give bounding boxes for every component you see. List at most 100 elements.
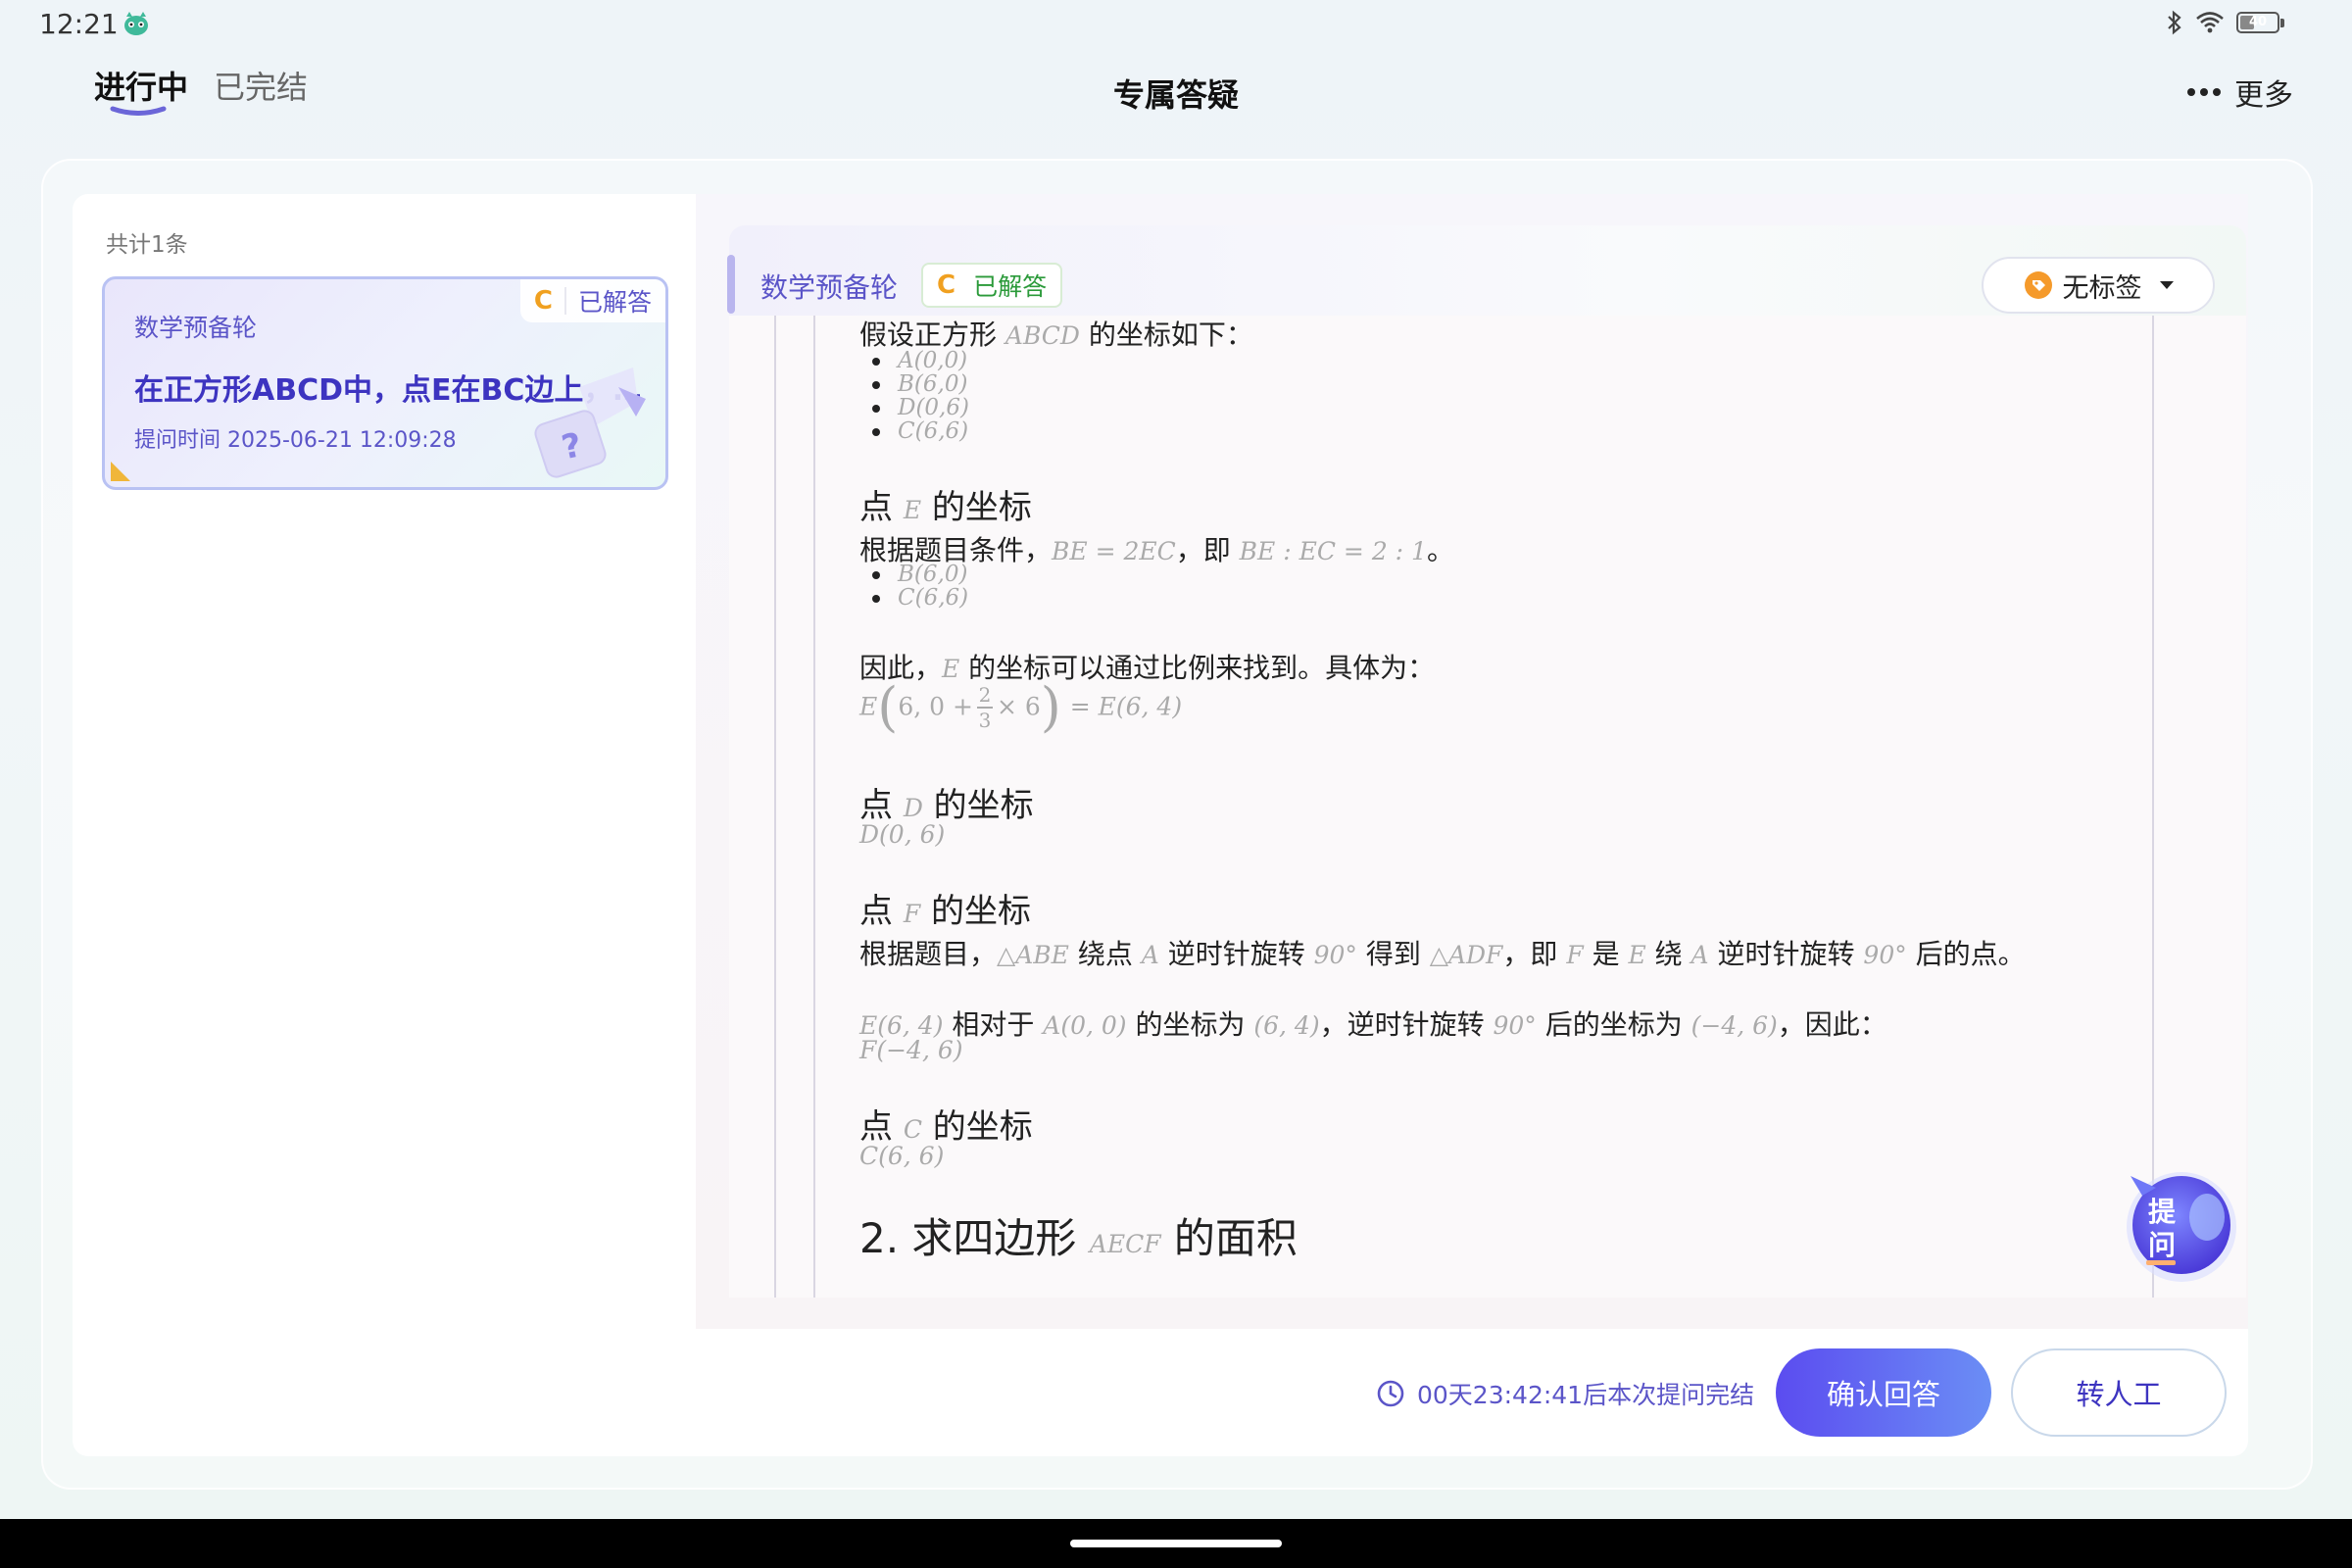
tag-dropdown[interactable]: 无标签 xyxy=(1982,257,2215,314)
math: A xyxy=(1141,941,1159,969)
detail-grade-letter: C xyxy=(937,270,956,300)
status-icons: 40 xyxy=(2166,10,2284,35)
section-heading-e: 点 E 的坐标 xyxy=(859,480,1032,528)
text: 点 xyxy=(859,488,904,527)
math: (6, 4) xyxy=(1253,1011,1320,1040)
text: 的面积 xyxy=(1160,1214,1298,1262)
card-grade-letter: C xyxy=(533,286,553,316)
coords-list: A(0,0) B(6,0) D(0,6) C(6,6) xyxy=(872,349,969,443)
wifi-icon xyxy=(2196,12,2224,33)
text: 后的坐标为 xyxy=(1536,1008,1691,1041)
countdown: 00天23:42:41后本次提问完结 xyxy=(1376,1376,1754,1411)
math: 90° xyxy=(1313,941,1357,969)
math: A(0, 0) xyxy=(1043,1011,1127,1040)
math: E xyxy=(859,692,878,721)
math: ABCD xyxy=(1004,321,1080,350)
text: 的坐标 xyxy=(920,892,1031,931)
text: 后的点。 xyxy=(1906,938,2026,970)
more-button[interactable]: 更多 xyxy=(2187,71,2293,114)
list-item: D(0,6) xyxy=(872,396,969,419)
text: 的坐标为 xyxy=(1126,1008,1254,1041)
card-status-badge: C 已解答 xyxy=(519,279,665,322)
text: ，逆时针旋转 xyxy=(1319,1008,1494,1041)
section-heading-f: 点 F 的坐标 xyxy=(859,884,1031,932)
countdown-text: 00天23:42:41后本次提问完结 xyxy=(1417,1381,1755,1409)
list-item: C(6,6) xyxy=(872,586,968,610)
text: 是 xyxy=(1583,938,1629,970)
card-time: 提问时间 2025-06-21 12:09:28 xyxy=(134,428,457,453)
card-subject: 数学预备轮 xyxy=(134,314,258,342)
page-title: 专属答疑 xyxy=(1112,76,1239,114)
blockquote-rule xyxy=(2152,316,2154,1298)
fab-label-bottom: 问 xyxy=(2148,1229,2176,1261)
text: 的坐标 xyxy=(921,488,1032,527)
fab-label-top: 提 xyxy=(2148,1196,2177,1228)
e-formula: E(6, 0 +2 3 × 6) = E(6, 4) xyxy=(859,676,1182,738)
math: (−4, 6) xyxy=(1690,1011,1778,1040)
math: 6, 0 + xyxy=(898,692,973,721)
fraction-denominator: 3 xyxy=(978,708,992,732)
list-count: 共计1条 xyxy=(106,232,188,258)
blockquote-rule xyxy=(774,316,776,1298)
detail-header-accent xyxy=(727,255,735,314)
e-coords-list: B(6,0) C(6,6) xyxy=(872,563,968,610)
detail-subject: 数学预备轮 xyxy=(760,271,899,304)
more-label: 更多 xyxy=(2234,78,2293,113)
math: F xyxy=(1566,941,1584,969)
badge-divider xyxy=(564,287,566,315)
math: △ABE xyxy=(997,941,1069,969)
text: 绕点 xyxy=(1068,938,1142,970)
tag-label: 无标签 xyxy=(2062,272,2142,304)
text: 逆时针旋转 xyxy=(1158,938,1314,970)
chevron-down-icon xyxy=(2159,281,2174,289)
math: △ADF xyxy=(1429,941,1503,969)
d-value: D(0, 6) xyxy=(859,817,945,850)
home-gesture-handle[interactable] xyxy=(1070,1540,1282,1547)
math: 90° xyxy=(1863,941,1907,969)
text: 。 xyxy=(1426,534,1454,566)
fraction-numerator: 2 xyxy=(978,682,992,707)
text: 假设正方形 xyxy=(859,318,1005,351)
f-relative-text: E(6, 4) 相对于 A(0, 0) 的坐标为 (6, 4)，逆时针旋转 90… xyxy=(859,1004,1887,1043)
app-notification-icon xyxy=(124,12,148,35)
question-mark-decoration-icon: ? xyxy=(534,368,646,478)
battery-icon: 40 xyxy=(2236,12,2284,33)
math: E xyxy=(903,496,922,524)
clock-icon xyxy=(1377,1380,1404,1407)
math-paren: ( xyxy=(877,676,899,738)
f-value: F(−4, 6) xyxy=(859,1033,963,1065)
confirm-answer-button[interactable]: 确认回答 xyxy=(1776,1348,1991,1437)
math-fraction: 23 xyxy=(976,682,993,732)
list-item: A(0,0) xyxy=(872,349,969,372)
math: BE = 2EC xyxy=(1052,537,1176,565)
math: 90° xyxy=(1493,1011,1537,1040)
math: BE : EC = 2 : 1 xyxy=(1239,537,1427,565)
text: 得到 xyxy=(1356,938,1430,970)
section-heading-area: 2. 求四边形 AECF 的面积 xyxy=(859,1205,1298,1265)
status-bar: 12:21 40 xyxy=(0,0,2352,49)
transfer-to-human-button[interactable]: 转人工 xyxy=(2011,1348,2227,1437)
text: ，因此： xyxy=(1777,1008,1887,1041)
text: ，即 xyxy=(1502,938,1567,970)
card-status: 已解答 xyxy=(577,288,652,317)
list-item: C(6,6) xyxy=(872,419,969,443)
math: C(6, 6) xyxy=(859,1142,945,1170)
blockquote-rule xyxy=(813,316,815,1298)
math-paren: ) xyxy=(1040,676,1061,738)
list-item: B(6,0) xyxy=(872,372,969,396)
tag-icon xyxy=(2024,271,2052,299)
more-dots-icon xyxy=(2187,88,2221,96)
math: F xyxy=(903,900,921,928)
status-time: 12:21 xyxy=(39,8,119,40)
text: 2. 求四边形 xyxy=(859,1214,1090,1262)
text: 逆时针旋转 xyxy=(1708,938,1864,970)
question-card[interactable]: 数学预备轮 C 已解答 在正方形ABCD中，点E在BC边上，点F在CD边上 提问… xyxy=(102,276,668,490)
math: AECF xyxy=(1089,1230,1161,1258)
math: A xyxy=(1690,941,1709,969)
ask-question-fab-icon[interactable]: 提 问 xyxy=(2117,1162,2242,1288)
text: ，即 xyxy=(1175,534,1240,566)
f-rotation-text: 根据题目，△ABE 绕点 A 逆时针旋转 90° 得到 △ADF，即 F 是 E… xyxy=(859,933,2026,972)
math: E xyxy=(1628,941,1646,969)
c-value: C(6, 6) xyxy=(859,1139,944,1171)
text: 的坐标如下： xyxy=(1079,318,1253,351)
